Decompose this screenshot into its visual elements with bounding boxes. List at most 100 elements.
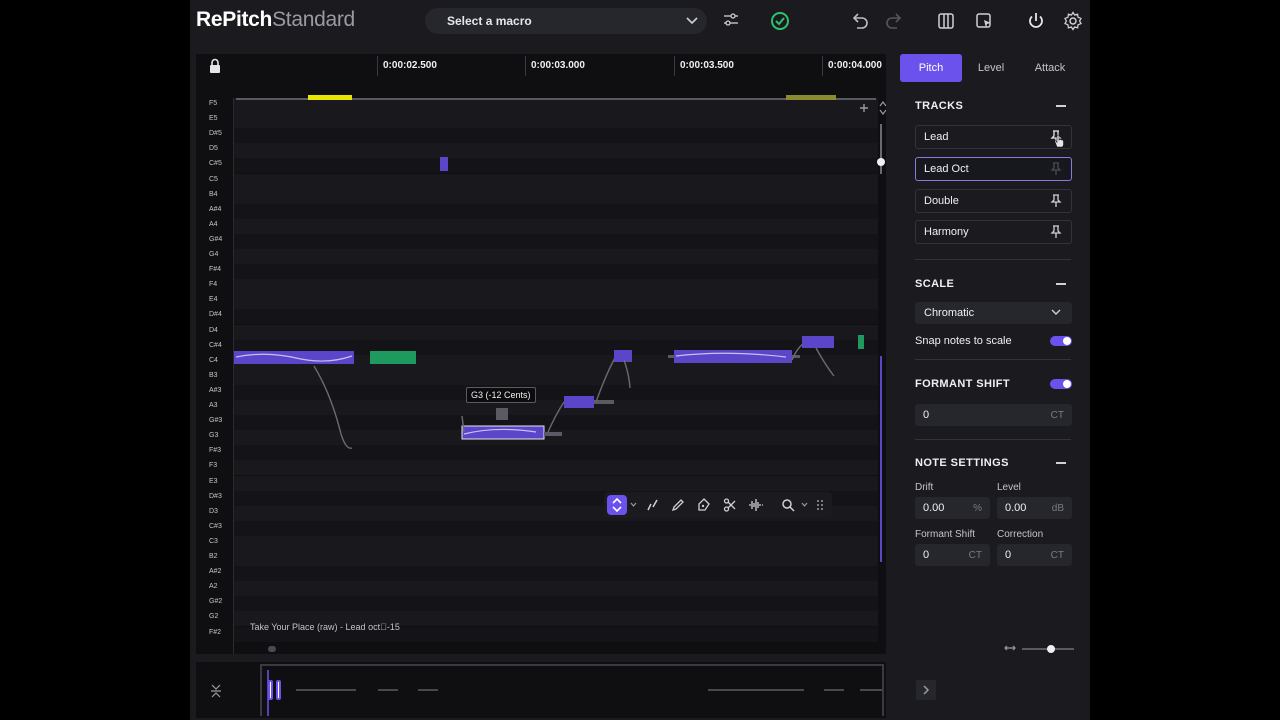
- waveform-icon: [749, 499, 763, 511]
- sliders-icon[interactable]: [722, 11, 740, 29]
- app-title: RePitchStandard: [196, 8, 355, 31]
- correction-unit: CT: [1050, 550, 1064, 561]
- snap-label: Snap notes to scale: [915, 335, 1012, 347]
- select-cursor-icon[interactable]: [974, 11, 994, 31]
- panel-tabs: Pitch Level Attack: [900, 54, 1080, 82]
- track-label: Double: [924, 195, 959, 207]
- track-harmony[interactable]: Harmony: [915, 220, 1072, 244]
- note-blob: [674, 350, 792, 363]
- formant-shift-note-unit: CT: [968, 550, 982, 561]
- drift-label: Drift: [915, 482, 934, 493]
- track-lead-oct[interactable]: Lead Oct: [915, 157, 1072, 181]
- horizontal-scroll-knob[interactable]: [268, 646, 276, 652]
- navigator[interactable]: [196, 662, 886, 718]
- clip-status-label: Take Your Place (raw) - Lead oct -15: [250, 622, 400, 632]
- correction-value: 0: [1005, 549, 1012, 561]
- snap-toggle[interactable]: [1050, 336, 1072, 346]
- tab-pitch[interactable]: Pitch: [900, 54, 962, 82]
- track-lead[interactable]: Lead: [915, 125, 1072, 149]
- chevron-down-icon[interactable]: [630, 502, 637, 508]
- select-tool[interactable]: [607, 495, 627, 515]
- pin-icon[interactable]: [1050, 194, 1062, 208]
- app-window: RePitchStandard Select a macro 0:00:02.5…: [190, 0, 1090, 720]
- zoom-tool[interactable]: [778, 495, 798, 515]
- note-tooltip: G3 (-12 Cents): [466, 387, 536, 403]
- header-bar: RePitchStandard Select a macro: [190, 0, 1090, 42]
- expand-panel-button[interactable]: [916, 680, 936, 700]
- hand-cursor-icon: [1054, 134, 1064, 148]
- formant-shift-unit: CT: [1050, 410, 1064, 421]
- vertical-zoom-knob[interactable]: [877, 158, 885, 166]
- drag-handle-icon[interactable]: [816, 499, 824, 511]
- note-blob: [564, 396, 594, 408]
- pen-nib-icon: [698, 498, 710, 511]
- power-icon[interactable]: [1026, 11, 1046, 31]
- collapse-icon[interactable]: [1056, 105, 1066, 107]
- pitch-curve: [815, 347, 835, 377]
- formant-shift-toggle[interactable]: [1050, 379, 1072, 389]
- track-label: Lead Oct: [924, 163, 969, 175]
- divider: [915, 359, 1071, 360]
- note-blob: [614, 350, 632, 362]
- collapse-icon[interactable]: [1056, 283, 1066, 285]
- note-blob: [802, 336, 834, 348]
- formant-shift-field[interactable]: 0 CT: [915, 404, 1072, 426]
- formant-shift-note-value: 0: [923, 549, 930, 561]
- chevron-right-icon: [923, 685, 930, 695]
- undo-icon[interactable]: [850, 11, 870, 31]
- note-ghost: [544, 432, 562, 436]
- vertical-scroll-indicator: [880, 356, 882, 562]
- columns-icon[interactable]: [936, 11, 956, 31]
- vertical-zoom-track[interactable]: [880, 124, 882, 174]
- tab-level[interactable]: Level: [962, 54, 1020, 82]
- track-label: Lead: [924, 131, 949, 143]
- settings-panel: Pitch Level Attack TRACKS Lead Lead Oct …: [900, 54, 1080, 720]
- tracks-title: TRACKS: [915, 100, 964, 112]
- divider: [915, 259, 1071, 260]
- pitch-editor[interactable]: 0:00:02.500 0:00:03.000 0:00:03.500 0:00…: [196, 54, 886, 654]
- search-icon: [782, 499, 795, 512]
- formant-shift-value: 0: [923, 409, 930, 421]
- track-label: Harmony: [924, 226, 969, 238]
- pencil-tool[interactable]: [668, 495, 688, 515]
- note-settings-title: NOTE SETTINGS: [915, 457, 1009, 469]
- sort-arrows-icon: [879, 101, 886, 115]
- note-ghost: [496, 408, 508, 420]
- split-tool[interactable]: [720, 495, 740, 515]
- scale-title: SCALE: [915, 278, 955, 290]
- pencil-icon: [671, 499, 684, 512]
- pin-icon[interactable]: [1050, 162, 1062, 176]
- divider: [915, 439, 1071, 440]
- chevron-down-icon: [686, 17, 698, 25]
- tool-bar: [604, 492, 832, 518]
- level-field[interactable]: 0.00 dB: [997, 497, 1072, 519]
- note-blob-green: [858, 335, 864, 349]
- check-circle-icon: [771, 12, 789, 30]
- drift-field[interactable]: 0.00 %: [915, 497, 990, 519]
- vibrato-tool[interactable]: [642, 495, 662, 515]
- tab-attack[interactable]: Attack: [1020, 54, 1080, 82]
- waveform-tool[interactable]: [746, 495, 766, 515]
- level-unit: dB: [1051, 503, 1064, 514]
- formant-shift-note-field[interactable]: 0 CT: [915, 544, 990, 566]
- pan-icon: [860, 104, 868, 112]
- redo-icon[interactable]: [884, 11, 904, 31]
- note-blob: [440, 157, 448, 171]
- correction-field[interactable]: 0 CT: [997, 544, 1072, 566]
- up-down-arrows-icon: [612, 498, 622, 512]
- pen-tool[interactable]: [694, 495, 714, 515]
- note-blob-green: [370, 351, 416, 364]
- formant-shift-title: FORMANT SHIFT: [915, 378, 1011, 390]
- gear-icon[interactable]: [1063, 11, 1083, 31]
- track-double[interactable]: Double: [915, 189, 1072, 213]
- scissors-icon: [723, 498, 736, 512]
- formant-shift-note-label: Formant Shift: [915, 529, 976, 540]
- macro-select[interactable]: Select a macro: [425, 8, 707, 34]
- pitch-curve: [313, 365, 353, 449]
- collapse-icon[interactable]: [1056, 462, 1066, 464]
- notes-layer[interactable]: [196, 54, 886, 654]
- scale-select[interactable]: Chromatic: [915, 302, 1072, 324]
- note-blob-selected: [461, 425, 545, 440]
- pin-icon[interactable]: [1050, 225, 1062, 239]
- chevron-down-icon[interactable]: [801, 502, 808, 508]
